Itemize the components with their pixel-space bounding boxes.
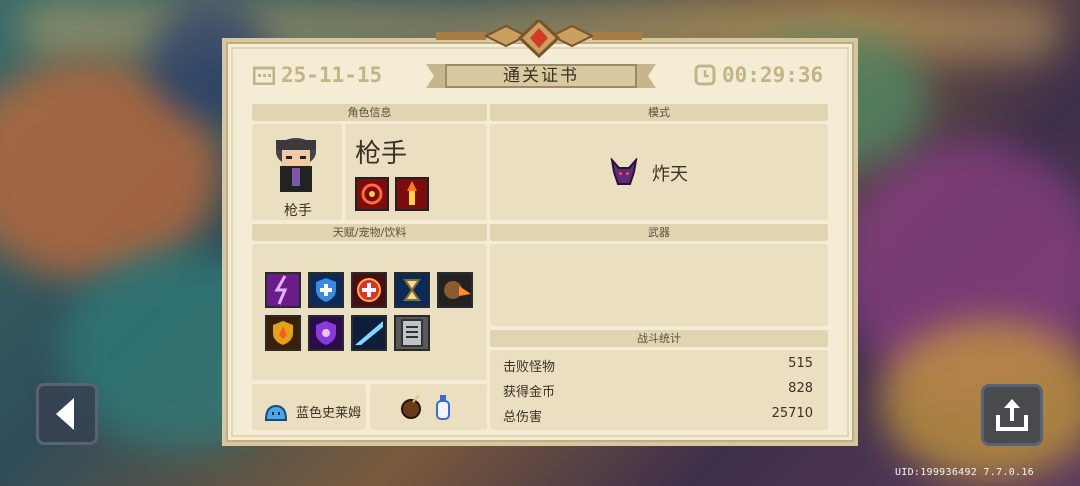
date-text: 25-11-15 [281, 63, 383, 87]
stat-value: 828 [788, 381, 813, 396]
document-icon[interactable] [394, 315, 430, 351]
energy-slash-icon[interactable] [351, 315, 387, 351]
blue-shield-plus-icon[interactable] [308, 272, 344, 308]
lightning-icon[interactable] [265, 272, 301, 308]
weapons-box [490, 244, 828, 326]
crest-ornament-icon [436, 20, 642, 59]
stat-row-gold: 获得金币 828 [503, 381, 813, 400]
stat-row-damage: 总伤害 25710 [503, 406, 813, 425]
flame-shield-icon[interactable] [265, 315, 301, 351]
weapons-header: 武器 [490, 224, 828, 241]
blue-slime-icon [264, 404, 288, 421]
background-character-blur [880, 320, 1080, 480]
clear-date: 25-11-15 [253, 63, 382, 87]
share-icon [996, 399, 1028, 431]
milk-bottle-icon [436, 395, 450, 420]
portrait-label: 枪手 [284, 203, 312, 219]
calendar-icon [253, 66, 275, 85]
hourglass-icon[interactable] [394, 272, 430, 308]
uid-version-text: UID:199936492 7.7.0.16 [894, 467, 1034, 478]
stat-value: 25710 [771, 406, 813, 421]
demon-horn-icon [610, 158, 638, 185]
back-button[interactable] [36, 383, 98, 445]
stat-value: 515 [788, 356, 813, 371]
talents-header: 天赋/宠物/饮料 [252, 224, 487, 241]
flame-candle-skill-icon[interactable] [395, 177, 429, 211]
stat-label: 获得金币 [503, 385, 556, 400]
stat-label: 总伤害 [503, 410, 543, 425]
arrow-left-icon [56, 398, 74, 430]
clear-time: 00:29:36 [694, 63, 823, 87]
meteor-icon[interactable] [437, 272, 473, 308]
mode-name: 炸天 [652, 164, 688, 185]
talents-box [252, 244, 487, 380]
time-text: 00:29:36 [722, 63, 824, 87]
red-cross-icon[interactable] [351, 272, 387, 308]
stat-label: 击败怪物 [503, 360, 556, 375]
certificate-title: 通关证书 [445, 64, 637, 88]
share-button[interactable] [981, 384, 1043, 446]
clock-icon [694, 64, 716, 86]
character-info-header: 角色信息 [252, 104, 487, 121]
target-skill-icon[interactable] [355, 177, 389, 211]
character-name: 枪手 [355, 139, 408, 169]
stat-row-kills: 击败怪物 515 [503, 356, 813, 375]
pet-name: 蓝色史莱姆 [296, 406, 362, 421]
drink-box [370, 384, 487, 430]
coconut-drink-icon [401, 394, 421, 419]
purple-shield-icon[interactable] [308, 315, 344, 351]
battle-stats-header: 战斗统计 [490, 330, 828, 347]
gunner-portrait-icon [276, 138, 316, 192]
mode-header: 模式 [490, 104, 828, 121]
